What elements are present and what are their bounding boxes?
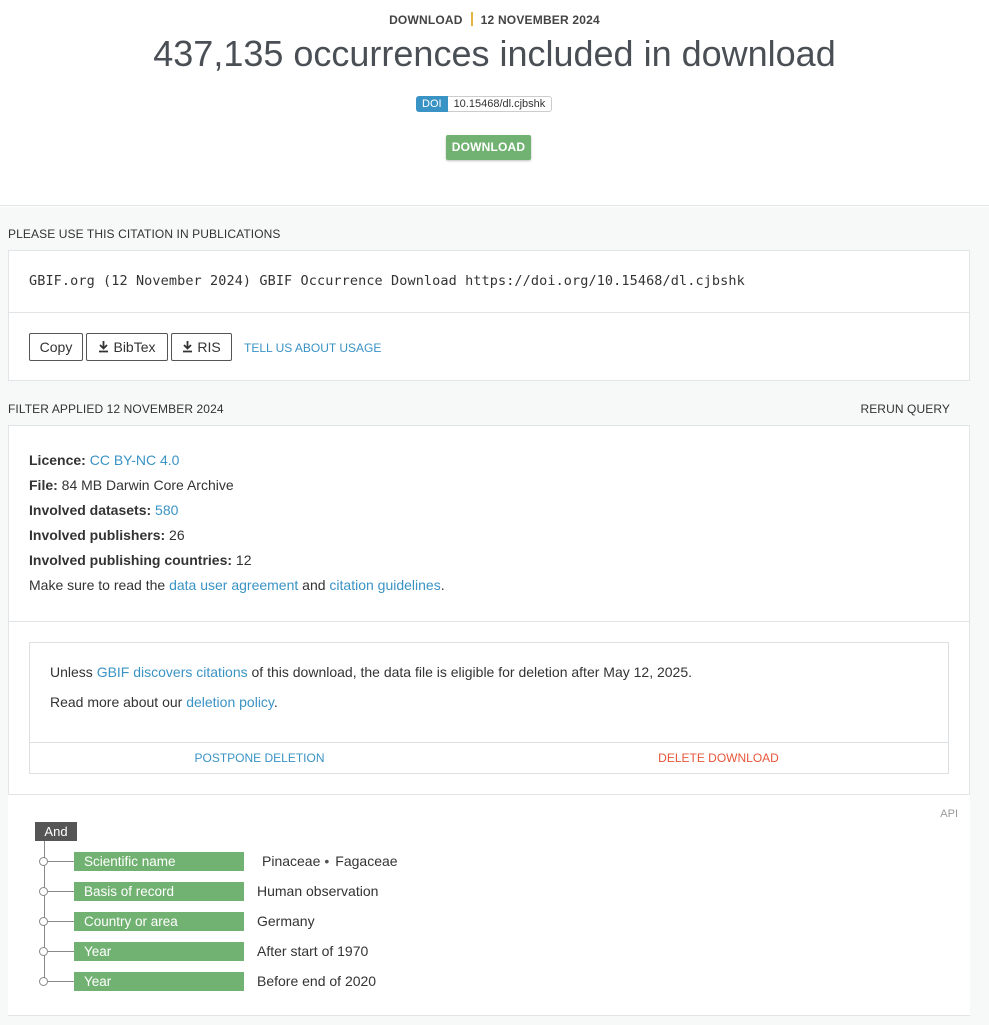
tree-node	[39, 947, 48, 956]
licence-row: Licence: CC BY-NC 4.0	[29, 448, 445, 473]
filter-value: Human observation	[257, 883, 379, 899]
agreement-and: and	[302, 577, 326, 593]
download-info: Licence: CC BY-NC 4.0 File: 84 MB Darwin…	[29, 448, 445, 598]
ris-label: RIS	[197, 339, 221, 355]
data-user-agreement-link[interactable]: data user agreement	[169, 577, 298, 593]
bibtex-label: BibTex	[113, 339, 156, 355]
datasets-label: Involved datasets:	[29, 502, 152, 518]
citation-section-label: PLEASE USE THIS CITATION IN PUBLICATIONS	[8, 227, 281, 241]
tree-branch	[48, 861, 74, 862]
download-date: 12 NOVEMBER 2024	[480, 13, 600, 27]
tree-node	[39, 977, 48, 986]
deletion-actions: POSTPONE DELETION DELETE DOWNLOAD	[30, 742, 948, 774]
tree-branch	[48, 921, 74, 922]
deletion-line-1: Unless GBIF discovers citations of this …	[50, 664, 692, 680]
filter-value: Before end of 2020	[257, 973, 377, 989]
citation-card: GBIF.org (12 November 2024) GBIF Occurre…	[8, 250, 970, 381]
postpone-deletion-button[interactable]: POSTPONE DELETION	[30, 743, 489, 774]
filter-label: Year	[74, 972, 244, 991]
value-separator: •	[324, 853, 330, 869]
download-header: DOWNLOAD 12 NOVEMBER 2024 437,135 occurre…	[0, 0, 989, 206]
deletion-suffix: of this download, the data file is eligi…	[251, 664, 693, 680]
filter-label: Year	[74, 942, 244, 961]
deletion-notice: Unless GBIF discovers citations of this …	[29, 642, 949, 774]
filter-label: Scientific name	[74, 852, 244, 871]
filter-value: After start of 1970	[257, 943, 369, 959]
agreement-suffix: .	[440, 577, 445, 593]
citation-text: GBIF.org (12 November 2024) GBIF Occurre…	[29, 273, 745, 289]
copy-button[interactable]: Copy	[29, 333, 83, 361]
divider	[9, 621, 969, 622]
countries-row: Involved publishing countries: 12	[29, 548, 445, 573]
agreement-prefix: Make sure to read the	[29, 577, 166, 593]
tree-branch	[48, 891, 74, 892]
tree-node	[39, 887, 48, 896]
download-button[interactable]: DOWNLOAD	[446, 135, 531, 160]
doi-label: DOI	[416, 96, 448, 112]
tree-branch	[48, 951, 74, 952]
download-icon	[183, 341, 193, 353]
countries-value: 12	[235, 552, 252, 568]
download-meta: DOWNLOAD 12 NOVEMBER 2024	[0, 12, 989, 27]
tell-usage-link[interactable]: TELL US ABOUT USAGE	[244, 341, 381, 355]
citation-guidelines-link[interactable]: citation guidelines	[329, 577, 440, 593]
page-title: 437,135 occurrences included in download	[153, 33, 836, 74]
agreement-row: Make sure to read the data user agreemen…	[29, 573, 445, 598]
deletion-policy-link[interactable]: deletion policy	[186, 694, 274, 710]
file-label: File:	[29, 477, 58, 493]
download-icon	[99, 341, 109, 353]
publishers-row: Involved publishers: 26	[29, 523, 445, 548]
api-link[interactable]: API	[940, 808, 958, 820]
rerun-query-link[interactable]: RERUN QUERY	[860, 402, 950, 416]
bibtex-button[interactable]: BibTex	[86, 333, 168, 361]
query-panel: API And Scientific name Pinaceae • Fagacea…	[8, 794, 970, 1016]
filter-value-item: Fagaceae	[335, 853, 398, 869]
gbif-citations-link[interactable]: GBIF discovers citations	[97, 664, 248, 680]
file-row: File: 84 MB Darwin Core Archive	[29, 473, 445, 498]
countries-label: Involved publishing countries:	[29, 552, 233, 568]
publishers-label: Involved publishers:	[29, 527, 166, 543]
deletion-prefix: Unless	[50, 664, 93, 680]
filter-value: Pinaceae • Fagaceae	[262, 852, 398, 871]
datasets-row: Involved datasets: 580	[29, 498, 445, 523]
operator-and: And	[35, 822, 77, 841]
doi-value[interactable]: 10.15468/dl.cjbshk	[447, 96, 553, 112]
tree-branch	[48, 981, 74, 982]
citation-actions: Copy BibTex RIS TELL US ABOUT USAGE	[9, 312, 969, 381]
tree-node	[39, 857, 48, 866]
tree-node	[39, 917, 48, 926]
datasets-link[interactable]: 580	[155, 502, 178, 518]
delete-download-button[interactable]: DELETE DOWNLOAD	[489, 743, 948, 774]
deletion-line-2: Read more about our deletion policy.	[50, 694, 278, 710]
policy-suffix: .	[273, 694, 278, 710]
filter-label: Country or area	[74, 912, 244, 931]
filter-card: Licence: CC BY-NC 4.0 File: 84 MB Darwin…	[8, 425, 970, 795]
ris-button[interactable]: RIS	[171, 333, 232, 361]
filter-label: Basis of record	[74, 882, 244, 901]
download-kind: DOWNLOAD	[389, 13, 463, 27]
filter-value-item: Pinaceae	[262, 853, 321, 869]
file-value: 84 MB Darwin Core Archive	[61, 477, 234, 493]
publishers-value: 26	[169, 527, 185, 543]
meta-separator	[470, 12, 473, 26]
licence-link[interactable]: CC BY-NC 4.0	[90, 452, 180, 468]
licence-label: Licence:	[29, 452, 86, 468]
doi-badge[interactable]: DOI 10.15468/dl.cjbshk	[416, 96, 553, 112]
filter-value: Germany	[257, 913, 315, 929]
filter-section-label: FILTER APPLIED 12 NOVEMBER 2024	[8, 402, 224, 416]
policy-prefix: Read more about our	[50, 694, 183, 710]
